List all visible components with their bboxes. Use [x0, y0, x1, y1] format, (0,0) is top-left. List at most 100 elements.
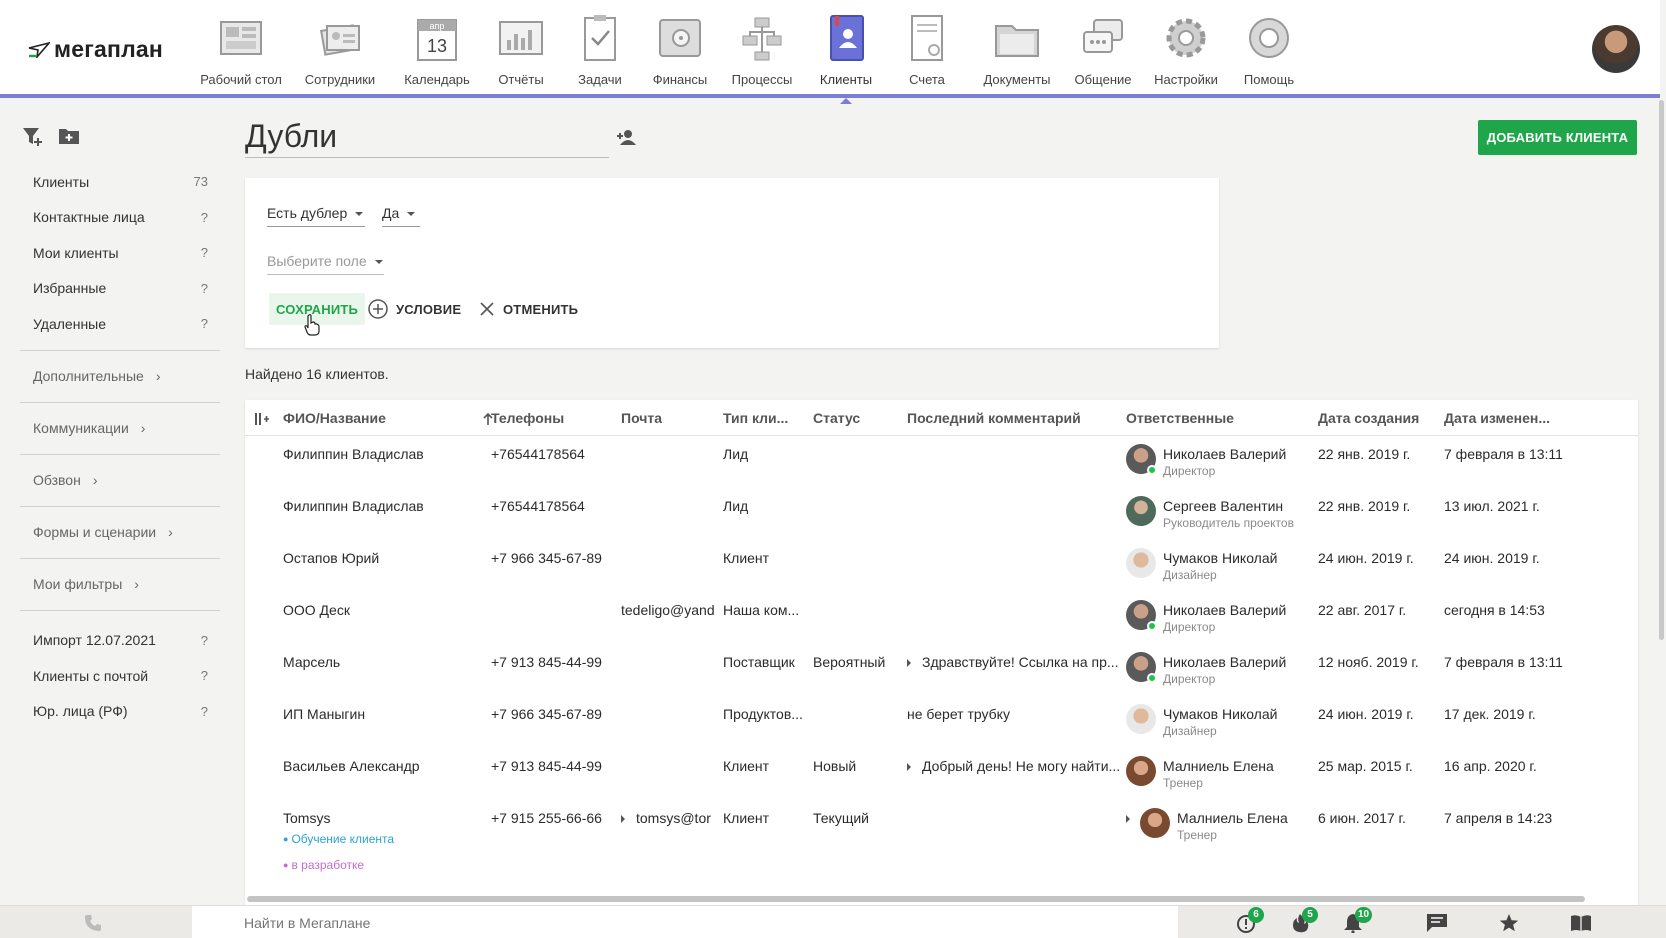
row-name[interactable]: Остапов Юрий [283, 550, 379, 566]
row-name[interactable]: Филиппин Владислав [283, 498, 424, 514]
choose-field-select[interactable]: Выберите поле [267, 253, 384, 275]
avatar[interactable] [1126, 600, 1157, 631]
row-responsible[interactable]: Николаев Валерий [1163, 602, 1286, 618]
row-responsible[interactable]: Малниель Елена [1163, 758, 1274, 774]
add-filter-icon[interactable] [22, 126, 44, 146]
sidebar-item-clients[interactable]: Клиенты 73 [20, 164, 220, 200]
row-email[interactable]: tedeligo@yand [621, 602, 717, 618]
user-avatar[interactable] [1592, 25, 1640, 73]
row-responsible[interactable]: Николаев Валерий [1163, 446, 1286, 462]
nav-desktop[interactable]: Рабочий стол [191, 14, 291, 94]
columns-settings-icon[interactable] [255, 413, 269, 425]
col-phones[interactable]: Телефоны [491, 410, 564, 426]
row-name[interactable]: ООО Деск [283, 602, 350, 618]
notifications-button[interactable]: 10 [1343, 907, 1373, 934]
expand-email-icon[interactable] [621, 815, 629, 823]
sidebar-item-legal-entities[interactable]: Юр. лица (РФ)? [20, 694, 220, 730]
filter-value-select[interactable]: Да [382, 205, 420, 227]
vertical-scrollbar[interactable] [1659, 100, 1664, 640]
tag-training[interactable]: Обучение клиента [283, 832, 394, 846]
row-responsible[interactable]: Сергеев Валентин [1163, 498, 1283, 514]
row-phone[interactable]: +7 915 255-66-66 [491, 810, 602, 826]
sidebar-item-favorites[interactable]: Избранные? [20, 271, 220, 307]
global-search-input[interactable] [192, 906, 1178, 938]
row-name[interactable]: Васильев Александр [283, 758, 420, 774]
add-condition-button[interactable]: УСЛОВИЕ [368, 293, 461, 325]
table-row[interactable]: Филиппин Владислав +76544178564 Лид Серг… [245, 489, 1638, 541]
phone-icon[interactable] [84, 914, 102, 932]
sidebar-item-import[interactable]: Импорт 12.07.2021? [20, 623, 220, 659]
cancel-filter-button[interactable]: ОТМЕНИТЬ [479, 293, 578, 325]
sidebar-item-with-email[interactable]: Клиенты с почтой? [20, 658, 220, 694]
row-responsible[interactable]: Малниель Елена [1177, 810, 1288, 826]
avatar[interactable] [1126, 756, 1156, 786]
filter-field-select[interactable]: Есть дублер [267, 205, 365, 227]
avatar[interactable] [1126, 704, 1156, 734]
row-comment[interactable]: Добрый день! Не могу найти... [922, 758, 1124, 774]
expand-comment-icon[interactable] [907, 763, 915, 771]
row-name[interactable]: Филиппин Владислав [283, 446, 424, 462]
row-name[interactable]: Tomsys [283, 810, 330, 826]
row-phone[interactable]: +76544178564 [491, 498, 585, 514]
row-phone[interactable]: +7 966 345-67-89 [491, 706, 602, 722]
add-folder-icon[interactable] [58, 126, 80, 146]
col-name[interactable]: ФИО/Название [283, 410, 386, 426]
col-email[interactable]: Почта [621, 410, 662, 426]
avatar[interactable] [1126, 652, 1157, 683]
col-responsible[interactable]: Ответственные [1126, 410, 1234, 426]
sidebar-item-deleted[interactable]: Удаленные? [20, 306, 220, 342]
col-status[interactable]: Статус [813, 410, 860, 426]
row-email[interactable]: tomsys@tor [636, 810, 717, 826]
row-name[interactable]: ИП Маныгин [283, 706, 365, 722]
row-phone[interactable]: +7 966 345-67-89 [491, 550, 602, 566]
expand-responsible-icon[interactable] [1126, 815, 1134, 823]
sidebar-group-communications[interactable]: Коммуникации › [20, 403, 220, 455]
avatar[interactable] [1126, 496, 1156, 526]
row-name[interactable]: Марсель [283, 654, 340, 670]
row-comment[interactable]: Здравствуйте! Ссылка на пр... [922, 654, 1124, 670]
row-responsible[interactable]: Чумаков Николай [1163, 550, 1277, 566]
knowledge-base-button[interactable] [1570, 913, 1592, 933]
row-phone[interactable]: +76544178564 [491, 446, 585, 462]
col-created[interactable]: Дата создания [1318, 410, 1419, 426]
sidebar-group-calls[interactable]: Обзвон › [20, 455, 220, 507]
row-responsible[interactable]: Чумаков Николай [1163, 706, 1277, 722]
table-row[interactable]: ИП Маныгин +7 966 345-67-89 Продуктов...… [245, 697, 1638, 749]
alerts-button[interactable]: 6 [1236, 907, 1264, 933]
nav-documents[interactable]: Документы [967, 14, 1067, 94]
add-client-button[interactable]: ДОБАВИТЬ КЛИЕНТА [1478, 120, 1637, 155]
nav-employees[interactable]: Сотрудники [290, 14, 390, 94]
avatar[interactable] [1140, 808, 1170, 838]
sidebar-item-my-clients[interactable]: Мои клиенты? [20, 235, 220, 271]
sidebar-group-my-filters[interactable]: Мои фильтры › [20, 559, 220, 611]
table-row[interactable]: Филиппин Владислав +76544178564 Лид Нико… [245, 437, 1638, 489]
row-comment[interactable]: не берет трубку [907, 706, 1010, 722]
avatar[interactable] [1126, 444, 1157, 475]
col-modified[interactable]: Дата изменен... [1444, 410, 1550, 426]
sidebar-item-contacts[interactable]: Контактные лица? [20, 200, 220, 236]
row-phone[interactable]: +7 913 845-44-99 [491, 758, 602, 774]
expand-comment-icon[interactable] [907, 659, 915, 667]
table-row[interactable]: Остапов Юрий +7 966 345-67-89 Клиент Чум… [245, 541, 1638, 593]
table-row[interactable]: Tomsys Обучение клиента в разработке +7 … [245, 801, 1638, 896]
nav-help[interactable]: Помощь [1219, 14, 1319, 94]
col-last-comment[interactable]: Последний комментарий [907, 410, 1081, 426]
assign-person-icon[interactable] [616, 128, 638, 146]
megaplan-logo[interactable]: мегаплан [28, 36, 163, 63]
tag-in-development[interactable]: в разработке [283, 858, 364, 872]
row-phone[interactable]: +7 913 845-44-99 [491, 654, 602, 670]
hot-button[interactable]: 5 [1290, 907, 1318, 933]
nav-invoices[interactable]: Счета [877, 14, 977, 94]
sidebar-group-forms[interactable]: Формы и сценарии › [20, 507, 220, 559]
table-row[interactable]: Марсель +7 913 845-44-99 Поставщик Вероя… [245, 645, 1638, 697]
messages-button[interactable] [1426, 913, 1448, 933]
sidebar-group-additional[interactable]: Дополнительные › [20, 351, 220, 403]
avatar[interactable] [1126, 548, 1156, 578]
row-responsible[interactable]: Николаев Валерий [1163, 654, 1286, 670]
table-row[interactable]: ООО Деск tedeligo@yand Наша ком... Никол… [245, 593, 1638, 645]
favorites-button[interactable] [1498, 913, 1520, 933]
table-row[interactable]: Васильев Александр +7 913 845-44-99 Клие… [245, 749, 1638, 801]
horizontal-scrollbar[interactable] [247, 896, 1585, 902]
col-type[interactable]: Тип кли... [723, 410, 788, 426]
page-title[interactable]: Дубли [245, 118, 609, 158]
